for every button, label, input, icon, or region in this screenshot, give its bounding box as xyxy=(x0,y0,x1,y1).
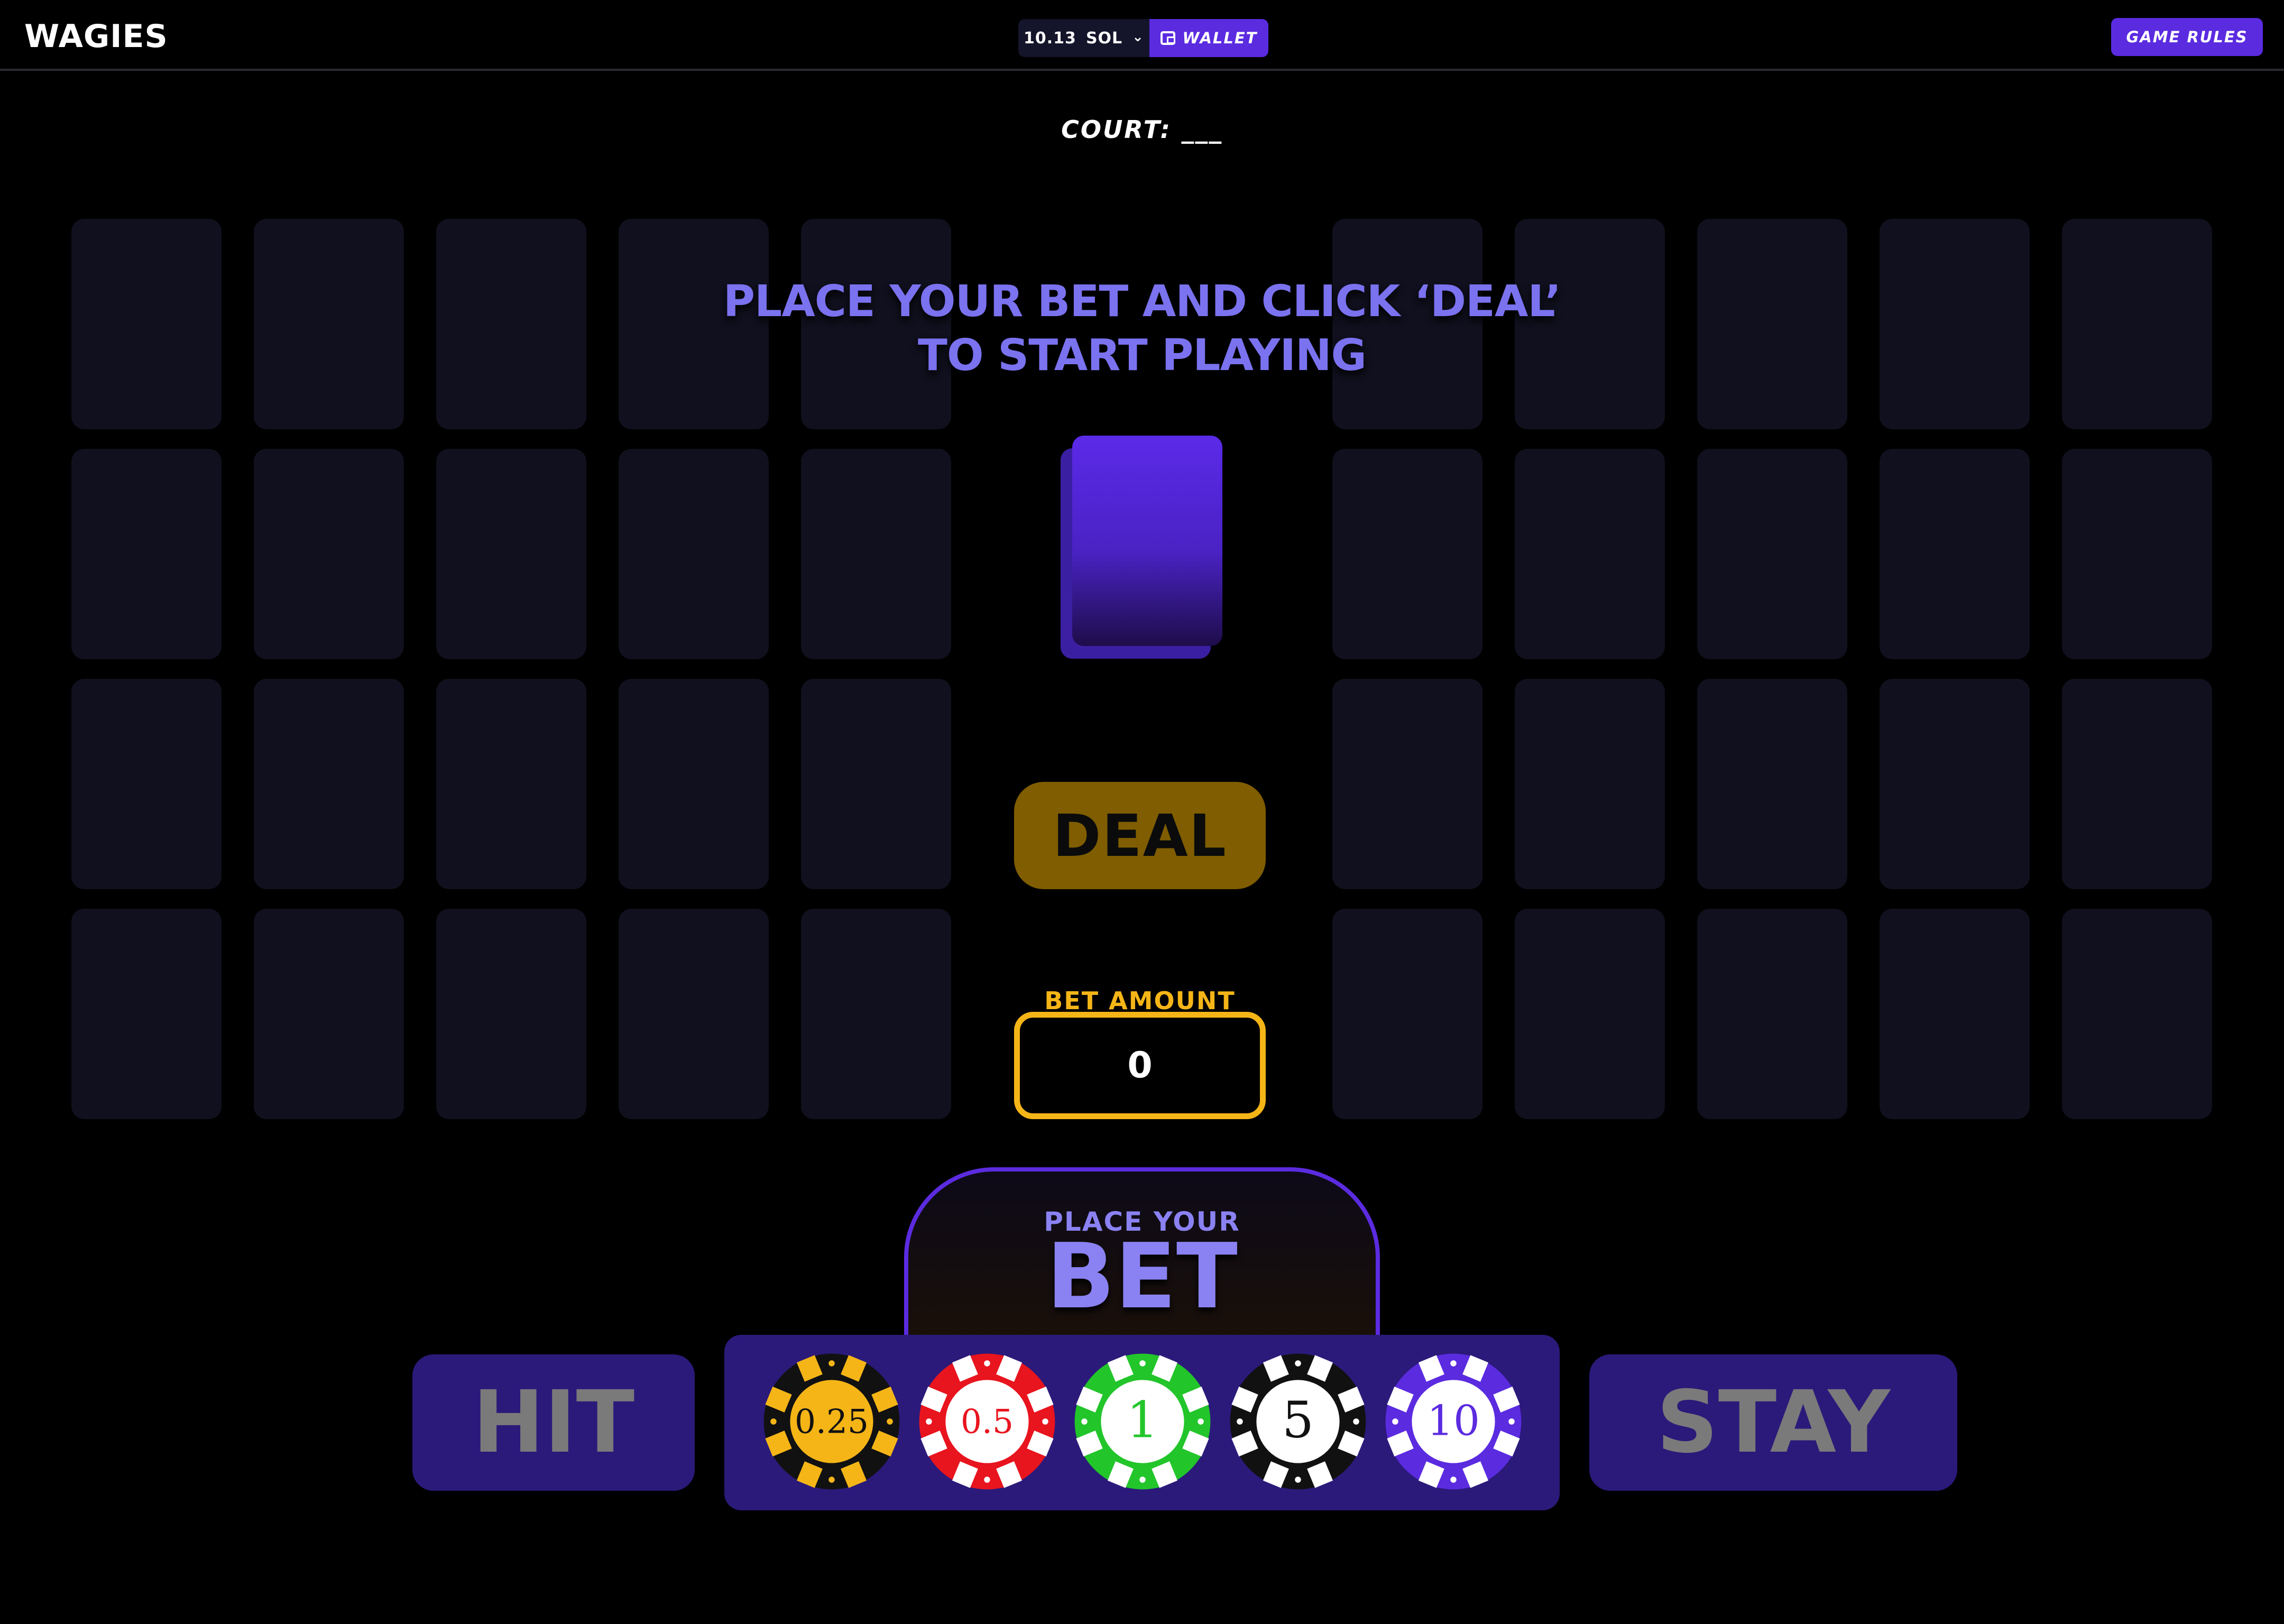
balance-currency: SOL xyxy=(1085,29,1123,48)
logo: WAGIES xyxy=(24,18,168,55)
stay-button[interactable]: STAY xyxy=(1589,1354,1957,1491)
card-slot xyxy=(2062,449,2212,659)
card-slot xyxy=(1697,219,1847,429)
card-slot xyxy=(801,909,951,1119)
card-slot xyxy=(71,219,222,429)
chip-0-5[interactable]: 0.5 xyxy=(918,1352,1056,1491)
chip-value: 10 xyxy=(1427,1397,1480,1445)
card-slot xyxy=(2062,909,2212,1119)
card-slot xyxy=(436,909,586,1119)
card-slot xyxy=(1880,219,2030,429)
card-slot xyxy=(254,679,404,889)
top-bar: WAGIES 10.13 SOL ⌄ WALLET GAME RULES xyxy=(0,0,2284,71)
card-slot xyxy=(1332,909,1482,1119)
chip-10[interactable]: 10 xyxy=(1384,1352,1523,1491)
bet-amount-label: BET AMOUNT xyxy=(1044,986,1236,1015)
chip-value: 1 xyxy=(1127,1391,1158,1450)
chip-value: 5 xyxy=(1282,1391,1314,1450)
card-slot xyxy=(436,219,586,429)
place-bet-title: BET xyxy=(1046,1224,1238,1329)
card-slot xyxy=(254,909,404,1119)
wallet-button[interactable]: WALLET xyxy=(1149,19,1268,57)
card-slot xyxy=(619,909,769,1119)
wallet-label: WALLET xyxy=(1182,29,1258,47)
card-slot xyxy=(1332,679,1482,889)
card-slot xyxy=(1697,679,1847,889)
card-slot xyxy=(71,449,222,659)
card-slot xyxy=(2062,219,2212,429)
game-rules-button[interactable]: GAME RULES xyxy=(2111,18,2263,56)
chip-1[interactable]: 1 xyxy=(1073,1352,1212,1491)
card-slot xyxy=(619,449,769,659)
card-slot xyxy=(436,679,586,889)
card-slot xyxy=(71,679,222,889)
chip-0-25[interactable]: 0.25 xyxy=(762,1352,901,1491)
hit-button[interactable]: HIT xyxy=(412,1354,695,1491)
wallet-widget: 10.13 SOL ⌄ WALLET xyxy=(1018,19,1268,57)
card-slot xyxy=(71,909,222,1119)
card-slot xyxy=(801,449,951,659)
balance-amount: 10.13 xyxy=(1024,29,1076,48)
deck-card xyxy=(1072,436,1222,646)
card-slot xyxy=(254,219,404,429)
card-slot xyxy=(1880,449,2030,659)
card-slot xyxy=(801,679,951,889)
card-slot xyxy=(1697,909,1847,1119)
card-slot xyxy=(1515,909,1665,1119)
card-slot xyxy=(1515,679,1665,889)
instruction-message: PLACE YOUR BET AND CLICK ‘DEAL’ TO START… xyxy=(634,275,1650,383)
card-slot xyxy=(254,449,404,659)
balance-dropdown[interactable]: 10.13 SOL ⌄ xyxy=(1018,19,1149,57)
wallet-icon xyxy=(1160,31,1175,45)
instruction-line-2: TO START PLAYING xyxy=(917,330,1367,381)
chip-value: 0.25 xyxy=(795,1402,869,1441)
bet-amount-field[interactable]: 0 xyxy=(1014,1012,1266,1119)
card-slot xyxy=(1697,449,1847,659)
card-slot xyxy=(619,679,769,889)
chip-value: 0.5 xyxy=(961,1402,1014,1441)
card-slot xyxy=(1515,449,1665,659)
deal-button[interactable]: DEAL xyxy=(1014,782,1266,889)
card-slot xyxy=(2062,679,2212,889)
chevron-down-icon: ⌄ xyxy=(1132,29,1144,45)
instruction-line-1: PLACE YOUR BET AND CLICK ‘DEAL’ xyxy=(723,276,1561,327)
chip-5[interactable]: 5 xyxy=(1229,1352,1367,1491)
card-slot xyxy=(436,449,586,659)
card-slot xyxy=(1332,449,1482,659)
card-slot xyxy=(1880,909,2030,1119)
court-label: COURT: ___ xyxy=(1061,115,1223,144)
card-slot xyxy=(1880,679,2030,889)
